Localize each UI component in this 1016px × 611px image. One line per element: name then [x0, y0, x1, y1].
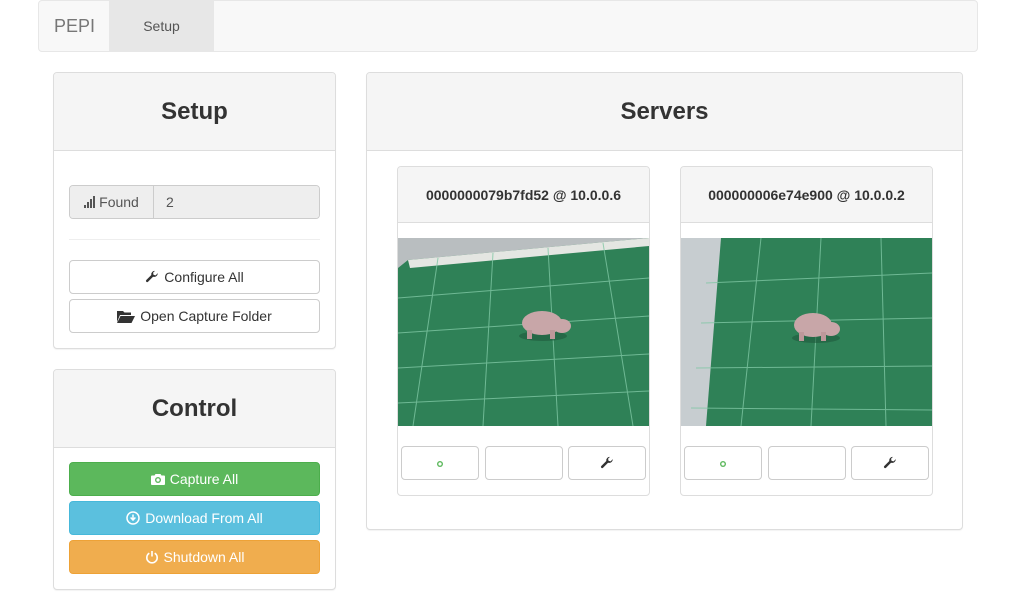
- server-settings-button[interactable]: [851, 446, 929, 480]
- control-title: Control: [54, 370, 335, 448]
- server-settings-button[interactable]: [568, 446, 646, 480]
- wrench-icon: [883, 456, 896, 469]
- servers-panel: Servers 0000000079b7fd52 @ 10.0.0.6 0000…: [366, 72, 963, 530]
- brand-link[interactable]: PEPI: [54, 1, 95, 51]
- rhino-figurine-on-cutting-mat-icon: [398, 238, 649, 426]
- found-label: Found: [99, 194, 139, 210]
- server-name: 0000000079b7fd52 @ 10.0.0.6: [398, 167, 649, 223]
- tab-setup[interactable]: Setup: [109, 1, 214, 51]
- capture-all-label: Capture All: [169, 471, 239, 487]
- video-camera-icon: [516, 458, 532, 468]
- control-panel: Control Capture All Download From All Sh…: [53, 369, 336, 590]
- download-from-all-button[interactable]: Download From All: [69, 501, 320, 535]
- configure-all-button[interactable]: Configure All: [69, 260, 320, 294]
- server-capture-button[interactable]: [401, 446, 479, 480]
- server-stream-button[interactable]: [485, 446, 563, 480]
- capture-all-button[interactable]: Capture All: [69, 462, 320, 496]
- divider: [69, 239, 320, 240]
- navbar: PEPI Setup: [38, 0, 978, 52]
- video-camera-icon: [799, 458, 815, 468]
- open-capture-folder-button[interactable]: Open Capture Folder: [69, 299, 320, 333]
- rhino-figurine-on-cutting-mat-icon: [681, 238, 932, 426]
- setup-title: Setup: [54, 73, 335, 151]
- found-addon: Found: [70, 186, 154, 218]
- configure-all-label: Configure All: [164, 269, 244, 285]
- server-card: 0000000079b7fd52 @ 10.0.0.6: [397, 166, 650, 496]
- server-card: 000000006e74e900 @ 10.0.0.2: [680, 166, 933, 496]
- open-capture-folder-label: Open Capture Folder: [140, 308, 272, 324]
- shutdown-all-label: Shutdown All: [163, 549, 245, 565]
- server-name: 000000006e74e900 @ 10.0.0.2: [681, 167, 932, 223]
- camera-preview-image[interactable]: [398, 238, 649, 426]
- download-from-all-label: Download From All: [145, 510, 263, 526]
- found-input-group: Found 2: [69, 185, 320, 219]
- setup-panel: Setup Found 2 Configure All Open Capture…: [53, 72, 336, 349]
- power-icon: [145, 551, 158, 564]
- wrench-icon: [600, 456, 613, 469]
- signal-icon: [84, 196, 96, 208]
- camera-icon: [716, 458, 730, 469]
- camera-icon: [150, 474, 165, 485]
- servers-title: Servers: [367, 73, 962, 151]
- found-count: 2: [154, 186, 319, 218]
- camera-preview-image[interactable]: [681, 238, 932, 426]
- server-capture-button[interactable]: [684, 446, 762, 480]
- download-icon: [126, 511, 140, 525]
- shutdown-all-button[interactable]: Shutdown All: [69, 540, 320, 574]
- wrench-icon: [146, 270, 159, 283]
- server-stream-button[interactable]: [768, 446, 846, 480]
- camera-icon: [433, 458, 447, 469]
- folder-open-icon: [117, 311, 136, 323]
